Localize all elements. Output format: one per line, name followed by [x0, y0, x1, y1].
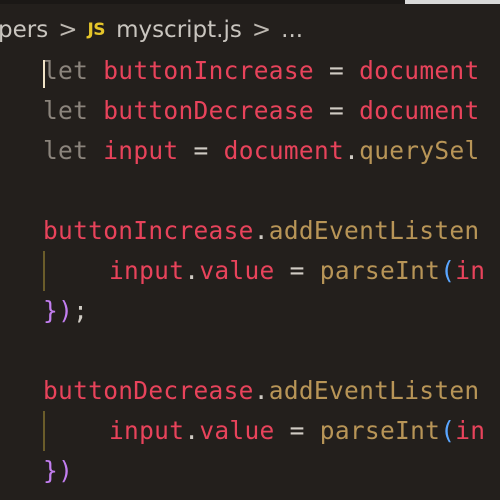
breadcrumb: pers > JS myscript.js > ...: [0, 10, 500, 50]
bracket-token: }: [43, 456, 59, 485]
breadcrumb-folder[interactable]: pers: [0, 17, 48, 43]
breadcrumb-file[interactable]: myscript.js: [116, 17, 242, 43]
chevron-right-icon: >: [251, 17, 272, 43]
identifier-token: input: [109, 416, 185, 445]
code-editor[interactable]: pers > JS myscript.js > ... let buttonIn…: [0, 0, 500, 500]
operator-token: =: [289, 416, 305, 445]
identifier-token: value: [199, 256, 275, 285]
identifier-token: value: [199, 416, 275, 445]
method-token: parseInt: [319, 256, 441, 285]
operator-token: .: [253, 376, 269, 405]
identifier-token: document: [359, 96, 480, 125]
code-line[interactable]: let buttonDecrease = document: [43, 91, 480, 131]
bracket-token: ): [58, 296, 74, 325]
bracket-token: ): [58, 456, 74, 485]
identifier-token: input: [103, 136, 179, 165]
operator-token: .: [184, 256, 200, 285]
operator-token: .: [184, 416, 200, 445]
code-line[interactable]: }): [43, 451, 73, 491]
operator-token: =: [289, 256, 305, 285]
operator-token: ;: [73, 296, 89, 325]
bracket-token: (: [440, 256, 456, 285]
identifier-token: in: [455, 416, 486, 445]
code-line[interactable]: input.value = parseInt(in: [109, 411, 485, 451]
operator-token: =: [329, 96, 345, 125]
indent-guide: [43, 251, 45, 291]
active-tab-indicator: [405, 0, 500, 4]
code-line[interactable]: let input = document.querySel: [43, 131, 480, 171]
code-line[interactable]: input.value = parseInt(in: [109, 251, 485, 291]
operator-token: .: [344, 136, 360, 165]
identifier-token: buttonDecrease: [43, 376, 254, 405]
operator-token: =: [329, 56, 345, 85]
code-line[interactable]: let buttonIncrease = document: [43, 51, 480, 91]
identifier-token: buttonDecrease: [103, 96, 314, 125]
method-token: querySel: [359, 136, 480, 165]
code-line[interactable]: buttonIncrease.addEventListen: [43, 211, 480, 251]
breadcrumb-symbol[interactable]: ...: [281, 17, 303, 43]
bracket-token: }: [43, 296, 59, 325]
operator-token: .: [253, 216, 269, 245]
bracket-token: (: [440, 416, 456, 445]
keyword-token: let: [43, 136, 89, 165]
method-token: addEventListen: [268, 376, 480, 405]
operator-token: =: [193, 136, 209, 165]
method-token: parseInt: [319, 416, 441, 445]
keyword-token: let: [43, 96, 89, 125]
identifier-token: document: [223, 136, 345, 165]
identifier-token: buttonIncrease: [43, 216, 254, 245]
tab-strip-edge: [0, 0, 500, 4]
indent-guide: [43, 411, 45, 451]
javascript-file-icon: JS: [87, 20, 106, 40]
code-line[interactable]: buttonDecrease.addEventListen: [43, 371, 480, 411]
code-line[interactable]: });: [43, 291, 88, 331]
identifier-token: input: [109, 256, 185, 285]
identifier-token: in: [455, 256, 486, 285]
method-token: addEventListen: [268, 216, 480, 245]
chevron-right-icon: >: [58, 17, 78, 43]
keyword-token: let: [43, 56, 89, 85]
text-cursor: [43, 60, 45, 88]
identifier-token: document: [359, 56, 480, 85]
identifier-token: buttonIncrease: [103, 56, 314, 85]
